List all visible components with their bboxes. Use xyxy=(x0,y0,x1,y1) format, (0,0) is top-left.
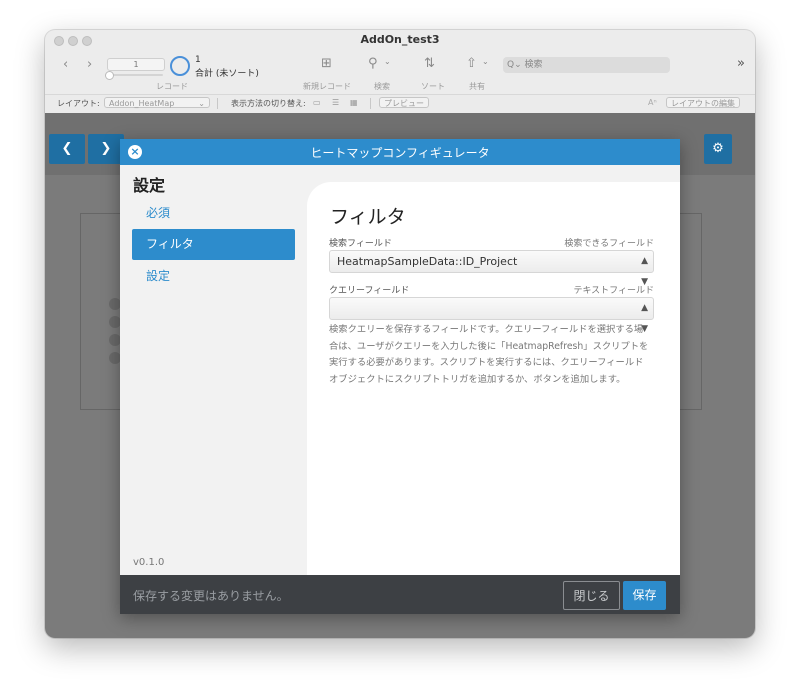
search-field[interactable]: Q⌄ 検索 xyxy=(503,57,670,73)
query-field-label: クエリーフィールド xyxy=(329,286,410,296)
table-view-icon[interactable]: ▦ xyxy=(350,98,358,107)
toolbar: ‹ › 1 レコード 1 合計 (未ソート) ⊞ 新規レコード ⚲ ⌄ 検索 ⇅… xyxy=(45,50,755,92)
gear-icon: ⚙ xyxy=(712,141,724,156)
record-slider[interactable] xyxy=(105,71,163,80)
list-view-icon[interactable]: ☰ xyxy=(332,98,339,107)
layout-select[interactable]: Addon_HeatMap ⌄ xyxy=(104,97,210,108)
version-label: v0.1.0 xyxy=(133,557,165,568)
chevron-down-icon[interactable]: ⌄ xyxy=(482,57,489,66)
new-record-icon[interactable]: ⊞ xyxy=(321,56,332,71)
search-field-select-value: HeatmapSampleData::ID_Project xyxy=(337,255,518,268)
description-line: オブジェクトにスクリプトトリガを追加するか、ボタンを追加します。 xyxy=(329,373,626,385)
sidebar-item-required[interactable]: 必須 xyxy=(132,198,295,229)
dialog-footer: 保存する変更はありません。 閉じる 保存 xyxy=(120,575,680,614)
save-status-message: 保存する変更はありません。 xyxy=(133,589,289,603)
close-button[interactable]: 閉じる xyxy=(563,581,620,610)
view-switch-label: 表示方法の切り替え: xyxy=(231,99,306,108)
chevron-left-icon[interactable]: ‹ xyxy=(63,57,68,72)
configurator-dialog: × ヒートマップコンフィギュレータ 設定 必須 フィルタ 設定 v0.1.0 フ… xyxy=(120,139,680,614)
sidebar-heading: 設定 xyxy=(133,176,166,195)
found-count: 1 xyxy=(195,55,201,65)
window-title: AddOn_test3 xyxy=(360,33,440,46)
query-field-description: 検索クエリーを保存するフィールドです。クエリーフィールドを選択する場 合は、ユー… xyxy=(329,322,657,388)
new-record-label: 新規レコード xyxy=(303,82,351,91)
font-size-icon[interactable]: Aⁿ xyxy=(648,98,657,107)
divider xyxy=(370,98,371,109)
chevron-right-icon: ❯ xyxy=(100,141,112,156)
chevron-down-icon[interactable]: ⌄ xyxy=(384,57,391,66)
edit-layout-button[interactable]: レイアウトの編集 xyxy=(666,97,740,108)
search-field-select[interactable]: HeatmapSampleData::ID_Project ▲ ▼ xyxy=(329,250,654,287)
sort-status: 合計 (未ソート) xyxy=(195,69,259,79)
settings-button[interactable]: ⚙ xyxy=(704,134,732,164)
titlebar: AddOn_test3 xyxy=(45,30,755,50)
prev-record-button[interactable]: ❮ xyxy=(49,134,85,164)
overflow-icon[interactable]: » xyxy=(737,56,745,71)
search-placeholder: 検索 xyxy=(524,60,543,70)
share-icon[interactable]: ⇧ xyxy=(466,56,477,71)
search-field-hint: 検索できるフィールド xyxy=(564,239,654,249)
form-view-icon[interactable]: ▭ xyxy=(313,98,321,107)
query-field-hint: テキストフィールド xyxy=(573,286,654,296)
sidebar-item-settings[interactable]: 設定 xyxy=(132,261,295,292)
preview-button[interactable]: プレビュー xyxy=(379,97,429,108)
record-label: レコード xyxy=(156,82,188,91)
record-number-field[interactable]: 1 xyxy=(107,58,165,71)
save-button[interactable]: 保存 xyxy=(623,581,666,610)
record-progress-ring-icon xyxy=(170,56,190,76)
share-label: 共有 xyxy=(469,82,485,91)
next-record-button[interactable]: ❯ xyxy=(88,134,124,164)
description-line: 検索クエリーを保存するフィールドです。クエリーフィールドを選択する場 xyxy=(329,324,644,335)
search-icon[interactable]: ⚲ xyxy=(368,56,378,71)
sort-label: ソート xyxy=(421,82,445,91)
search-icon: Q⌄ xyxy=(507,60,525,70)
chevron-left-icon: ❮ xyxy=(61,141,73,156)
divider xyxy=(217,98,218,109)
query-field-select[interactable]: ▲ ▼ xyxy=(329,297,654,334)
dialog-header: × ヒートマップコンフィギュレータ xyxy=(120,139,680,165)
layout-bar: レイアウト: Addon_HeatMap ⌄ 表示方法の切り替え: ▭ ☰ ▦ … xyxy=(45,94,755,114)
search-label: 検索 xyxy=(374,82,390,91)
sidebar-item-filter[interactable]: フィルタ xyxy=(132,229,295,260)
sort-icon[interactable]: ⇅ xyxy=(424,56,435,71)
search-field-label: 検索フィールド xyxy=(329,239,392,249)
description-line: 合は、ユーザがクエリーを入力した後に「HeatmapRefresh」スクリプトを xyxy=(329,340,649,352)
panel-title: フィルタ xyxy=(330,206,406,228)
layout-label: レイアウト: xyxy=(57,99,100,108)
chevron-right-icon[interactable]: › xyxy=(87,57,92,72)
layout-select-value: Addon_HeatMap xyxy=(109,99,175,108)
filter-panel: フィルタ 検索フィールド 検索できるフィールド HeatmapSampleDat… xyxy=(307,182,680,575)
chevron-down-icon: ⌄ xyxy=(198,99,205,108)
description-line: 実行する必要があります。スクリプトを実行するには、クエリーフィールド xyxy=(329,357,644,368)
dialog-title: ヒートマップコンフィギュレータ xyxy=(310,146,490,160)
